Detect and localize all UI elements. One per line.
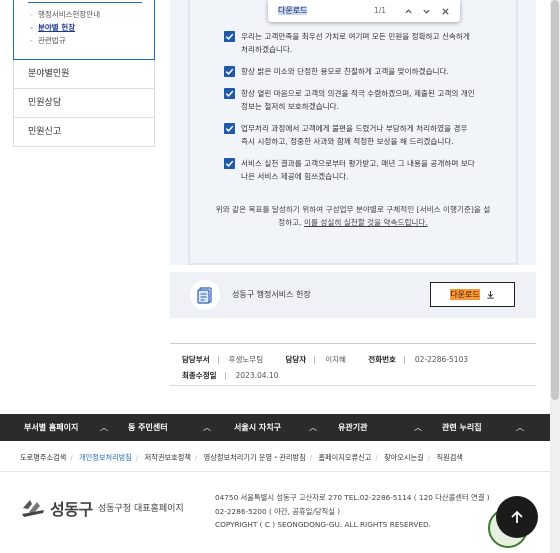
pledge-footer-line: 위와 같은 목표를 달성하기 위하여 구성업무 분야별로 구체적인 [서비스 이… bbox=[215, 205, 491, 214]
submenu-box: 행정서비스헌장안내 분야별 헌장 관련법규 bbox=[13, 0, 155, 60]
sidebar-item-field-civil[interactable]: 분야별민원 bbox=[13, 60, 155, 89]
footer-link-privacy[interactable]: 개인정보처리방침 bbox=[79, 453, 132, 462]
checkbox-check-icon bbox=[224, 158, 235, 169]
chevron-up-icon: ︿ bbox=[100, 423, 108, 432]
submenu-item-field-charter[interactable]: 분야별 헌장 bbox=[28, 21, 154, 34]
pledge-item: 서비스 실천 결과를 고객으로부터 평가받고, 매년 그 내용을 공개하며 보다… bbox=[224, 157, 486, 183]
footer-link-copyright[interactable]: 저작권보호정책 bbox=[145, 453, 191, 462]
find-previous-button[interactable] bbox=[400, 3, 416, 19]
related-seoul-districts[interactable]: 서울시 자치구 bbox=[234, 414, 281, 441]
document-icon bbox=[190, 280, 220, 310]
submenu-item-guide[interactable]: 행정서비스헌장안내 bbox=[28, 8, 154, 21]
submenu-item-laws[interactable]: 관련법규 bbox=[28, 34, 154, 47]
dept-label: 담당부서 bbox=[182, 355, 210, 364]
scroll-to-top-button[interactable] bbox=[496, 496, 538, 538]
download-button[interactable]: 다운로드 bbox=[430, 282, 515, 307]
footer-link-directions[interactable]: 찾아오시는길 bbox=[384, 453, 424, 462]
seongdong-logo-icon bbox=[22, 500, 44, 517]
pledge-box: 우리는 고객만족을 최우선 가치로 여기며 모든 민원을 정확하고 신속하게처리… bbox=[170, 0, 536, 265]
download-arrow-icon bbox=[487, 290, 494, 299]
pledge-line: 정보는 철저히 보호하겠습니다. bbox=[241, 102, 340, 111]
phone-value: 02-2286-5103 bbox=[414, 355, 469, 364]
related-agencies[interactable]: 유관기관 bbox=[338, 414, 367, 441]
pledge-line: 나은 서비스 제공에 힘쓰겠습니다. bbox=[241, 172, 349, 181]
related-sites-bar: 부서별 홈페이지 ︿ 동 주민센터 ︿ 서울시 자치구 ︿ 유관기관 ︿ 관련 … bbox=[0, 414, 550, 441]
pledge-footer: 위와 같은 목표를 달성하기 위하여 구성업무 분야별로 구체적인 [서비스 이… bbox=[194, 203, 512, 229]
footer-link-staff-search[interactable]: 직원검색 bbox=[436, 453, 462, 462]
pledge-line: 우리는 고객만족을 최우선 가치로 여기며 모든 민원을 정확하고 신속하게 bbox=[241, 32, 470, 41]
footer-link-error-report[interactable]: 홈페이지오류신고 bbox=[318, 453, 371, 462]
footer-link-cctv[interactable]: 영상정보처리기기 운영・관리방침 bbox=[204, 453, 306, 462]
dept-value: 후생노무팀 bbox=[228, 355, 264, 364]
chevron-up-icon: ︿ bbox=[203, 423, 211, 432]
footer-site-name: 성동구청 대표홈페이지 bbox=[98, 504, 184, 514]
chevron-up-icon: ︿ bbox=[516, 423, 524, 432]
info-table: 담당부서 후생노무팀 담당자 이지혜 전화번호 02-2286-5103 최종수정일 2… bbox=[170, 343, 536, 386]
find-close-button[interactable] bbox=[437, 3, 453, 19]
scrollbar-thumb[interactable] bbox=[551, 0, 559, 400]
modified-value: 2023.04.10 bbox=[235, 371, 279, 380]
sidebar-item-report[interactable]: 민원신고 bbox=[13, 118, 155, 147]
related-community-centers[interactable]: 동 주민센터 bbox=[128, 414, 168, 441]
close-icon bbox=[441, 7, 449, 15]
pledge-footer-promise: 이를 성실히 실천할 것을 약속드립니다. bbox=[303, 218, 428, 227]
sidebar-item-consult[interactable]: 민원상담 bbox=[13, 89, 155, 118]
footer-copyright: COPYRIGHT ( C ) SEONGDONG-GU. ALL RIGHTS… bbox=[215, 520, 431, 529]
chevron-up-icon: ︿ bbox=[309, 423, 317, 432]
checkbox-check-icon bbox=[224, 66, 235, 77]
find-query: 다운로드 bbox=[278, 6, 308, 15]
footer-address: 04750 서울특별시 성동구 고산자로 270 TEL.02-2286-511… bbox=[215, 493, 490, 502]
find-next-button[interactable] bbox=[418, 3, 434, 19]
footer-link-address-search[interactable]: 도로명주소검색 bbox=[20, 453, 66, 462]
footer-logo-name: 성동구 bbox=[50, 500, 93, 519]
chevron-up-icon: ︿ bbox=[414, 423, 422, 432]
footer-logo: 성동구 bbox=[20, 496, 93, 520]
pledge-list: 우리는 고객만족을 최우선 가치로 여기며 모든 민원을 정확하고 신속하게처리… bbox=[224, 30, 486, 192]
pledge-item: 항상 밝은 미소와 단정한 용모로 친절하게 고객을 맞이하겠습니다. bbox=[224, 65, 486, 78]
footer-night-phone: 02-2286-5200 ( 야간, 공휴일/당직실 ) bbox=[215, 507, 341, 516]
find-bar: 다운로드 1/1 bbox=[268, 0, 460, 22]
chevron-up-icon bbox=[404, 8, 412, 13]
scrollbar[interactable] bbox=[550, 0, 560, 553]
pledge-line: 항상 열린 마음으로 고객의 의견을 적극 수렴하겠으며, 제출된 고객의 개인 bbox=[241, 89, 475, 98]
checkbox-check-icon bbox=[224, 88, 235, 99]
pledge-line: 서비스 실천 결과를 고객으로부터 평가받고, 매년 그 내용을 공개하며 보다 bbox=[241, 159, 475, 168]
pledge-line: 처리하겠습니다. bbox=[241, 45, 293, 54]
checkbox-check-icon bbox=[224, 31, 235, 42]
find-count: 1/1 bbox=[374, 6, 387, 15]
manager-value: 이지혜 bbox=[325, 355, 346, 364]
pledge-line: 항상 밝은 미소와 단정한 용모로 친절하게 고객을 맞이하겠습니다. bbox=[241, 67, 449, 76]
download-bar: 성동구 행정서비스 헌장 다운로드 bbox=[170, 272, 536, 318]
footer-divider bbox=[0, 471, 550, 472]
pledge-item: 항상 열린 마음으로 고객의 의견을 적극 수렴하겠으며, 제출된 고객의 개인… bbox=[224, 87, 486, 113]
related-dept-sites[interactable]: 부서별 홈페이지 bbox=[24, 414, 78, 441]
related-sites[interactable]: 관련 누리집 bbox=[442, 414, 482, 441]
sidebar: 행정서비스헌장안내 분야별 헌장 관련법규 분야별민원 민원상담 민원신고 bbox=[13, 0, 155, 147]
find-input[interactable]: 다운로드 bbox=[278, 5, 308, 16]
phone-label: 전화번호 bbox=[368, 355, 396, 364]
chevron-down-icon bbox=[422, 9, 430, 14]
pledge-footer-prefix: 정하고, bbox=[278, 218, 304, 227]
arrow-up-icon bbox=[511, 510, 523, 523]
pledge-line: 즉시 시정하고, 정중한 사과와 함께 적정한 보상을 해 드리겠습니다. bbox=[241, 137, 454, 146]
main-content: 우리는 고객만족을 최우선 가치로 여기며 모든 민원을 정확하고 신속하게처리… bbox=[170, 0, 536, 386]
pledge-item: 우리는 고객만족을 최우선 가치로 여기며 모든 민원을 정확하고 신속하게처리… bbox=[224, 30, 486, 56]
pledge-line: 업무처리 과정에서 고객에게 불편을 드렸거나 부당하게 처리하였을 경우 bbox=[241, 124, 468, 133]
pledge-item: 업무처리 과정에서 고객에게 불편을 드렸거나 부당하게 처리하였을 경우즉시 … bbox=[224, 122, 486, 148]
checkbox-check-icon bbox=[224, 123, 235, 134]
footer-links: 도로명주소검색 / 개인정보처리방침 / 저작권보호정책 / 영상정보처리기기 운영・… bbox=[20, 453, 463, 462]
modified-label: 최종수정일 bbox=[182, 371, 217, 380]
download-button-label: 다운로드 bbox=[450, 289, 480, 300]
document-title: 성동구 행정서비스 헌장 bbox=[232, 290, 311, 299]
manager-label: 담당자 bbox=[285, 355, 307, 364]
